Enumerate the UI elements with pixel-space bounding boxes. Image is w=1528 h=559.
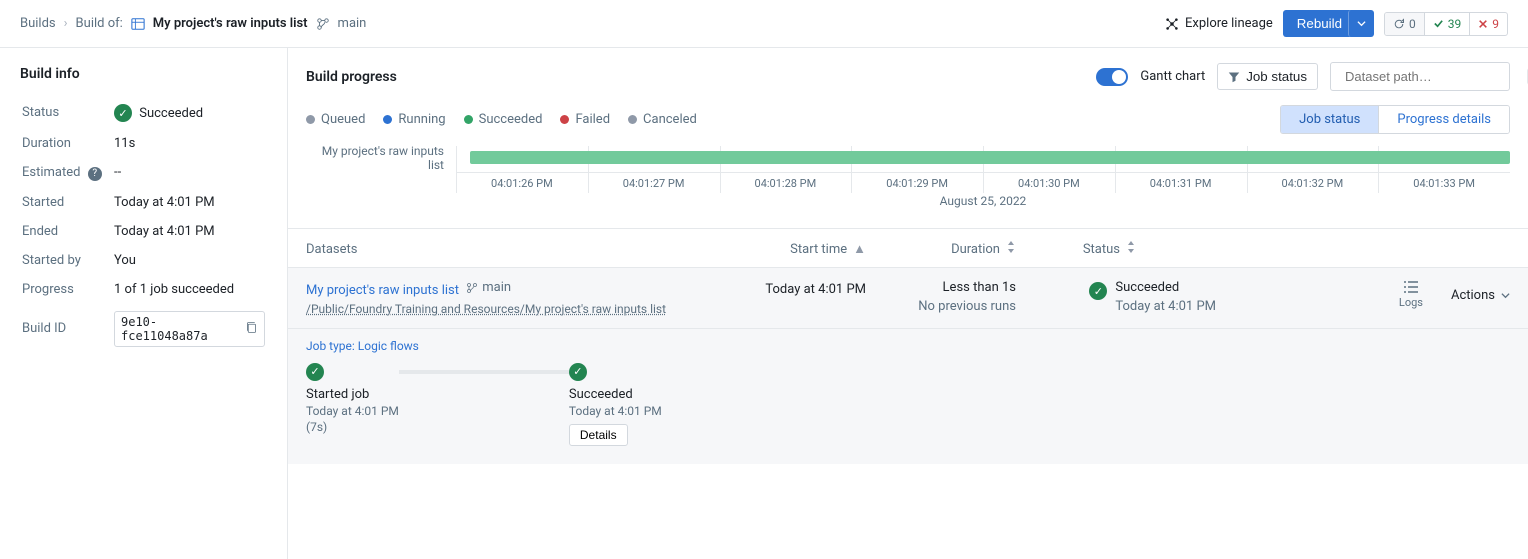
col-start-time[interactable]: Start time ▲ xyxy=(706,241,866,257)
status-indicator-group: 0 39 9 xyxy=(1384,12,1508,36)
check-icon: ✓ xyxy=(569,363,587,381)
startedby-value: You xyxy=(114,247,265,274)
progress-value: 1 of 1 job succeeded xyxy=(114,276,265,303)
branch-icon xyxy=(316,16,330,31)
gantt-toggle-label: Gantt chart xyxy=(1140,69,1205,84)
actions-button[interactable]: Actions xyxy=(1451,280,1510,303)
status-key: Status xyxy=(22,96,112,128)
dataset-status: ✓ Succeeded Today at 4:01 PM xyxy=(1016,280,1216,316)
gantt-bar[interactable] xyxy=(470,151,1510,164)
duration-value: 11s xyxy=(114,130,265,157)
breadcrumb-root[interactable]: Builds xyxy=(20,16,56,31)
duration-key: Duration xyxy=(22,130,112,157)
dataset-icon xyxy=(131,16,145,31)
sort-asc-icon: ▲ xyxy=(853,241,866,257)
estimated-key: Estimated ? xyxy=(22,159,112,187)
job-type: Job type: Logic flows xyxy=(306,339,1510,353)
rebuild-dropdown-button[interactable] xyxy=(1348,10,1374,37)
legend-queued: Queued xyxy=(306,112,365,127)
legend-running: Running xyxy=(383,112,445,127)
legend-failed: Failed xyxy=(560,112,610,127)
help-icon[interactable]: ? xyxy=(88,167,102,181)
col-duration[interactable]: Duration xyxy=(866,241,1016,257)
sort-icon xyxy=(1126,241,1136,257)
dataset-path[interactable]: /Public/Foundry Training and Resources/M… xyxy=(306,302,706,316)
check-icon: ✓ xyxy=(1089,282,1107,300)
build-info-sidebar: Build info Status ✓ Succeeded Duration 1… xyxy=(0,48,288,559)
sort-icon xyxy=(1006,241,1016,257)
breadcrumb-label: Build of: xyxy=(76,16,123,31)
view-tabs: Job status Progress details xyxy=(1280,105,1510,134)
details-button[interactable]: Details xyxy=(569,424,628,446)
breadcrumb: Builds › Build of: My project's raw inpu… xyxy=(20,16,366,31)
gantt-date: August 25, 2022 xyxy=(456,194,1510,208)
dataset-search[interactable]: ⌘K xyxy=(1330,62,1510,91)
explore-lineage-button[interactable]: Explore lineage xyxy=(1165,16,1273,31)
startedby-key: Started by xyxy=(22,247,112,274)
timeline-started: ✓ Started job Today at 4:01 PM (7s) xyxy=(306,363,399,434)
datasets-table-header: Datasets Start time ▲ Duration Status xyxy=(288,228,1528,268)
legend-canceled: Canceled xyxy=(628,112,697,127)
gantt-row-label: My project's raw inputs list xyxy=(306,144,456,172)
status-legend: Queued Running Succeeded Failed Canceled xyxy=(306,112,697,127)
chevron-down-icon xyxy=(1501,291,1510,300)
status-value: Succeeded xyxy=(139,106,203,121)
refresh-status[interactable]: 0 xyxy=(1385,13,1425,35)
topbar: Builds › Build of: My project's raw inpu… xyxy=(0,0,1528,48)
buildid-key: Build ID xyxy=(22,305,112,353)
col-status[interactable]: Status xyxy=(1016,241,1136,257)
dataset-branch: main xyxy=(466,280,511,295)
logs-icon xyxy=(1403,280,1419,294)
gantt-toggle[interactable] xyxy=(1096,68,1128,86)
tab-job-status[interactable]: Job status xyxy=(1281,106,1378,133)
progress-key: Progress xyxy=(22,276,112,303)
check-icon: ✓ xyxy=(114,104,132,122)
started-key: Started xyxy=(22,189,112,216)
job-status-filter-button[interactable]: Job status xyxy=(1217,63,1318,90)
dataset-search-input[interactable] xyxy=(1345,69,1521,84)
rebuild-button[interactable]: Rebuild xyxy=(1283,10,1356,37)
ok-status[interactable]: 39 xyxy=(1425,13,1471,35)
tab-progress-details[interactable]: Progress details xyxy=(1378,106,1509,133)
started-value: Today at 4:01 PM xyxy=(114,189,265,216)
ended-value: Today at 4:01 PM xyxy=(114,218,265,245)
logs-button[interactable]: Logs xyxy=(1399,280,1423,309)
timeline-connector xyxy=(399,370,569,374)
dataset-duration: Less than 1s No previous runs xyxy=(866,280,1016,316)
check-icon: ✓ xyxy=(306,363,324,381)
estimated-value: -- xyxy=(114,159,265,187)
job-timeline: ✓ Started job Today at 4:01 PM (7s) ✓ Su… xyxy=(306,363,1510,446)
gantt-chart: My project's raw inputs list 04:01:26 PM… xyxy=(288,144,1528,216)
topbar-actions: Explore lineage Rebuild 0 39 9 xyxy=(1165,10,1508,37)
dataset-start-time: Today at 4:01 PM xyxy=(706,280,866,316)
dataset-row[interactable]: My project's raw inputs list main /Publi… xyxy=(288,268,1528,329)
buildid-value: 9e10-fce11048a87a xyxy=(121,315,239,343)
timeline-succeeded: ✓ Succeeded Today at 4:01 PM Details xyxy=(569,363,662,446)
breadcrumb-title: My project's raw inputs list xyxy=(153,16,308,31)
col-datasets[interactable]: Datasets xyxy=(306,242,706,257)
build-progress-title: Build progress xyxy=(306,69,397,85)
breadcrumb-branch: main xyxy=(338,16,367,31)
job-type-link[interactable]: Logic flows xyxy=(358,339,419,353)
job-detail-panel: Job type: Logic flows ✓ Started job Toda… xyxy=(288,329,1528,464)
buildid-box: 9e10-fce11048a87a xyxy=(114,311,265,347)
error-status[interactable]: 9 xyxy=(1470,13,1507,35)
copy-icon[interactable] xyxy=(245,321,258,337)
lineage-icon xyxy=(1165,16,1179,31)
build-info-title: Build info xyxy=(20,66,267,82)
ended-key: Ended xyxy=(22,218,112,245)
dataset-title-link[interactable]: My project's raw inputs list xyxy=(306,283,459,298)
main-panel: Build progress Gantt chart Job status ⌘K… xyxy=(288,48,1528,559)
chevron-right-icon: › xyxy=(64,16,68,31)
legend-succeeded: Succeeded xyxy=(464,112,543,127)
